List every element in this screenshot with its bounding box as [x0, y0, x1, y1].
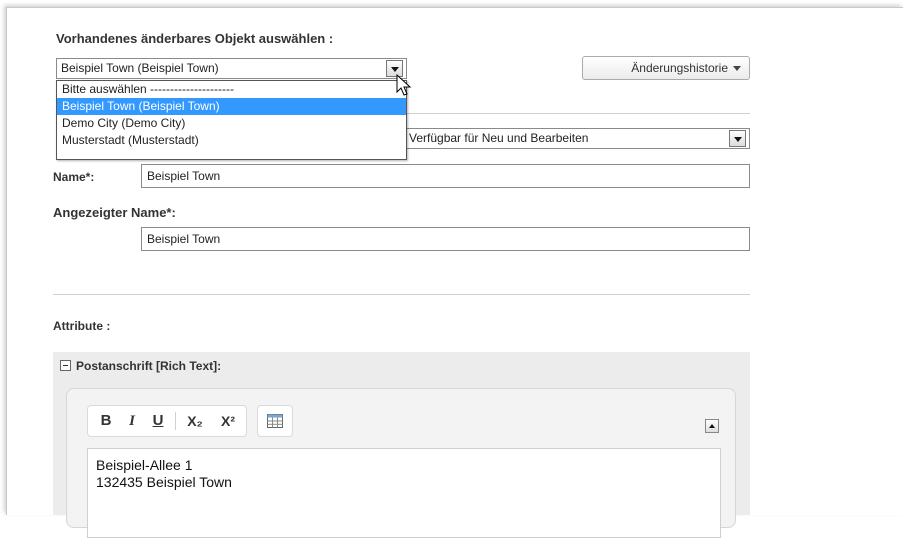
dropdown-option[interactable]: Musterstadt (Musterstadt): [57, 132, 406, 149]
name-label: Name*:: [53, 170, 95, 184]
object-select-dropdown: Bitte auswählen --------------------- Be…: [56, 80, 407, 160]
address-line: 132435 Beispiel Town: [96, 474, 232, 490]
name-field[interactable]: Beispiel Town: [141, 164, 750, 188]
availability-select-arrow-icon[interactable]: [729, 130, 746, 147]
attributes-heading: Attribute :: [53, 319, 111, 333]
object-select-heading: Vorhandenes änderbares Objekt auswählen …: [56, 31, 334, 46]
bold-button[interactable]: B: [94, 406, 118, 436]
toolbar-separator: [175, 412, 176, 430]
underline-button[interactable]: U: [146, 406, 170, 436]
dropdown-option[interactable]: Demo City (Demo City): [57, 115, 406, 132]
address-section: Postanschrift [Rich Text]: B I U X₂ X² B…: [53, 352, 750, 538]
availability-select[interactable]: Verfügbar für Neu und Bearbeiten: [400, 128, 750, 149]
object-select-value: Beispiel Town (Beispiel Town): [61, 61, 219, 75]
subscript-button[interactable]: X₂: [179, 406, 211, 436]
display-name-label: Angezeigter Name*:: [53, 205, 176, 220]
table-icon: [267, 414, 283, 429]
scroll-up-icon[interactable]: [705, 419, 719, 433]
object-select[interactable]: Beispiel Town (Beispiel Town): [56, 58, 407, 79]
availability-select-value: Verfügbar für Neu und Bearbeiten: [409, 131, 589, 145]
dropdown-option[interactable]: Bitte auswählen ---------------------: [57, 81, 406, 98]
mouse-cursor-icon: [396, 74, 412, 96]
history-button-label: Änderungshistorie: [631, 61, 728, 75]
dropdown-option-selected[interactable]: Beispiel Town (Beispiel Town): [57, 98, 406, 115]
rich-text-content[interactable]: Beispiel-Allee 1 132435 Beispiel Town: [87, 448, 721, 538]
address-line: Beispiel-Allee 1: [96, 457, 193, 473]
italic-button[interactable]: I: [120, 406, 144, 436]
superscript-button[interactable]: X²: [212, 406, 244, 436]
table-toolbar: [257, 405, 293, 437]
address-section-title: Postanschrift [Rich Text]:: [76, 359, 222, 373]
format-toolbar: B I U X₂ X²: [87, 405, 247, 437]
collapse-icon[interactable]: [60, 360, 71, 371]
name-field-value: Beispiel Town: [147, 169, 221, 183]
divider: [53, 294, 750, 295]
address-section-header[interactable]: Postanschrift [Rich Text]:: [60, 359, 221, 373]
rich-text-editor: B I U X₂ X² Beispiel-Allee 1 132435 Beis…: [66, 388, 736, 538]
display-name-field[interactable]: Beispiel Town: [141, 227, 750, 251]
chevron-down-icon: [733, 66, 741, 72]
history-button[interactable]: Änderungshistorie: [582, 56, 750, 80]
display-name-field-value: Beispiel Town: [147, 232, 221, 246]
table-button[interactable]: [258, 406, 292, 436]
